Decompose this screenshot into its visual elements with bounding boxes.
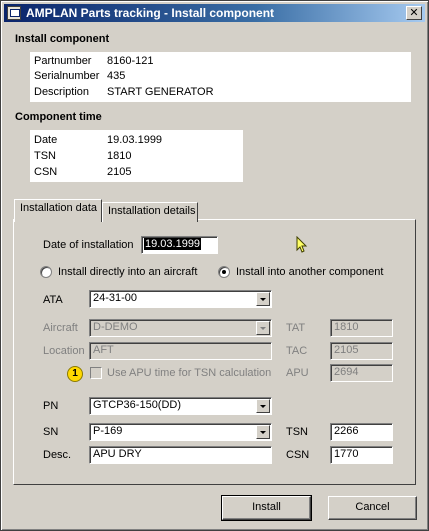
mouse-pointer-icon (296, 235, 308, 257)
desc-label: Desc. (43, 449, 72, 461)
aircraft-label: Aircraft (43, 322, 78, 334)
date-of-installation-label: Date of installation (43, 239, 134, 251)
tab-label: Installation details (108, 205, 196, 217)
serialnumber-value: 435 (107, 70, 126, 82)
install-into-component-label: Install into another component (236, 266, 384, 278)
location-label: Location (43, 345, 85, 357)
tab-installation-details[interactable]: Installation details (102, 202, 198, 222)
desc-value: APU DRY (93, 448, 142, 460)
chevron-down-icon (256, 321, 270, 335)
tab-label: Installation data (20, 202, 98, 214)
csn-input-value: 1770 (334, 448, 359, 460)
install-into-component-radio[interactable] (218, 266, 230, 278)
title-bar[interactable]: AMPLAN Parts tracking - Install componen… (4, 4, 425, 22)
csn-installation-label: CSN (286, 449, 310, 461)
ata-label: ATA (43, 294, 63, 306)
pn-select[interactable]: GTCP36-150(DD) (89, 397, 272, 415)
description-label: Description (34, 86, 90, 98)
date-of-installation-value: 19.03.1999 (144, 238, 202, 250)
csn-input[interactable]: 1770 (330, 446, 393, 464)
step-number-badge: 1 (67, 366, 83, 382)
window-title: AMPLAN Parts tracking - Install componen… (26, 6, 275, 20)
pn-label: PN (43, 400, 59, 412)
tsn-installation-label: TSN (286, 426, 308, 438)
ata-select[interactable]: 24-31-00 (89, 290, 272, 308)
desc-input[interactable]: APU DRY (89, 446, 272, 464)
tac-value: 2105 (334, 344, 359, 356)
install-into-aircraft-radio[interactable] (40, 266, 52, 278)
install-button-label: Install (252, 501, 281, 513)
tac-label: TAC (286, 345, 308, 357)
sn-value: P-169 (93, 425, 123, 437)
tab-installation-data[interactable]: Installation data (14, 199, 102, 222)
sn-select[interactable]: P-169 (89, 423, 272, 441)
serialnumber-label: Serialnumber (34, 70, 100, 82)
ata-value: 24-31-00 (93, 292, 138, 304)
tat-field: 1810 (330, 319, 393, 337)
install-component-heading: Install component (15, 33, 110, 45)
install-button[interactable]: Install (221, 495, 312, 521)
cancel-button[interactable]: Cancel (328, 496, 417, 520)
close-button[interactable]: ✕ (406, 6, 422, 20)
install-into-aircraft-label: Install directly into an aircraft (58, 266, 198, 278)
apu-field: 2694 (330, 364, 393, 382)
csn-label: CSN (34, 166, 58, 178)
description-value: START GENERATOR (107, 86, 214, 98)
csn-value: 2105 (107, 166, 132, 178)
partnumber-value: 8160-121 (107, 55, 154, 67)
sn-label: SN (43, 426, 59, 438)
tat-label: TAT (286, 322, 306, 334)
date-label: Date (34, 134, 58, 146)
tat-value: 1810 (334, 321, 359, 333)
install-component-dialog: AMPLAN Parts tracking - Install componen… (0, 0, 429, 531)
chevron-down-icon[interactable] (256, 399, 270, 413)
chevron-down-icon[interactable] (256, 292, 270, 306)
use-apu-time-checkbox (90, 367, 102, 379)
pn-value: GTCP36-150(DD) (93, 399, 182, 411)
location-value: AFT (93, 344, 114, 356)
app-icon (7, 6, 21, 20)
date-of-installation-input[interactable]: 19.03.1999 (141, 236, 218, 254)
use-apu-time-label: Use APU time for TSN calculation (107, 367, 272, 379)
close-icon: ✕ (409, 7, 419, 19)
location-field: AFT (89, 342, 272, 360)
date-value: 19.03.1999 (107, 134, 163, 146)
apu-value: 2694 (334, 366, 359, 378)
cancel-button-label: Cancel (355, 501, 390, 513)
aircraft-value: D-DEMO (93, 321, 138, 333)
tsn-label: TSN (34, 150, 56, 162)
partnumber-label: Partnumber (34, 55, 92, 67)
aircraft-select: D-DEMO (89, 319, 272, 337)
tsn-value: 1810 (107, 150, 132, 162)
apu-label: APU (286, 367, 309, 379)
tsn-input[interactable]: 2266 (330, 423, 393, 441)
component-time-heading: Component time (15, 111, 102, 123)
tac-field: 2105 (330, 342, 393, 360)
tsn-input-value: 2266 (334, 425, 359, 437)
chevron-down-icon[interactable] (256, 425, 270, 439)
